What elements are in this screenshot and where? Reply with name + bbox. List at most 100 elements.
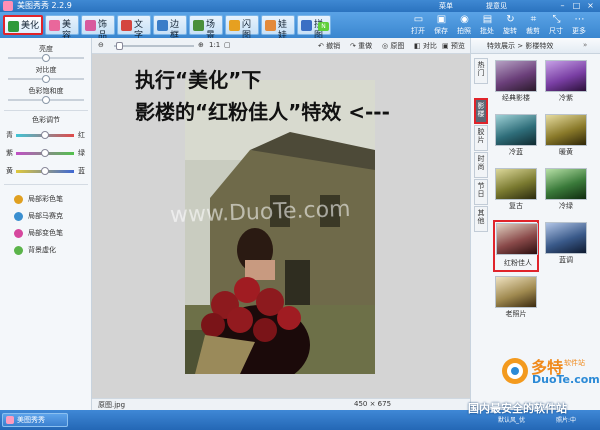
original-button[interactable]: ◎ 原图 bbox=[382, 41, 404, 51]
yellow-blue-slider[interactable] bbox=[16, 167, 74, 175]
brightness-label: 亮度 bbox=[39, 45, 53, 53]
effect-thumbnail bbox=[545, 168, 587, 200]
effect-retro[interactable]: 复古 bbox=[495, 168, 537, 210]
zoom-knob[interactable] bbox=[116, 42, 123, 50]
effect-label: 红粉佳人 bbox=[504, 259, 532, 267]
purple-green-knob[interactable] bbox=[41, 149, 49, 157]
more-button[interactable]: ⋯ 更多 bbox=[569, 14, 589, 38]
contrast-knob[interactable] bbox=[42, 75, 50, 83]
effect-blue-tone[interactable]: 蓝调 bbox=[545, 222, 587, 264]
tab-text[interactable]: 文字 bbox=[117, 15, 151, 41]
annotation-text: 影楼的“红粉佳人”特效 <--- bbox=[135, 100, 390, 124]
recolor-brush-label: 局部变色笔 bbox=[28, 229, 63, 237]
file-name: 原图.jpg bbox=[98, 401, 126, 409]
tab-film[interactable]: 胶片 bbox=[474, 125, 488, 151]
taskbar-app-label: 美图秀秀 bbox=[17, 416, 45, 424]
divider bbox=[4, 110, 88, 111]
effect-red-pink-beauty[interactable]: 红粉佳人 bbox=[493, 220, 539, 272]
batch-button[interactable]: ▤ 批处 bbox=[477, 14, 497, 38]
tab-studio[interactable]: 影楼 bbox=[474, 98, 488, 124]
cyan-red-slider[interactable] bbox=[16, 131, 74, 139]
saturation-knob[interactable] bbox=[42, 96, 50, 104]
preview-button[interactable]: ▣ 预览 bbox=[442, 41, 465, 51]
resize-icon: ⤡ bbox=[552, 14, 561, 25]
tab-studio-label: 影楼 bbox=[477, 102, 485, 118]
contrast-slider[interactable] bbox=[8, 75, 84, 83]
tab-other-label: 其他 bbox=[477, 209, 485, 225]
rotate-icon: ↻ bbox=[506, 14, 515, 25]
new-badge: N bbox=[318, 22, 329, 31]
contrast-label: 对比度 bbox=[35, 66, 57, 74]
effect-old-photo[interactable]: 老照片 bbox=[495, 276, 537, 318]
camera-button[interactable]: ◉ 拍照 bbox=[454, 14, 474, 38]
color-adjust-title: 色彩调节 bbox=[32, 116, 60, 124]
cyan-red-knob[interactable] bbox=[41, 131, 49, 139]
red-label: 红 bbox=[78, 131, 85, 139]
effect-cool-blue[interactable]: 冷蓝 bbox=[495, 114, 537, 156]
redo-label: 重做 bbox=[358, 42, 373, 50]
close-icon[interactable]: × bbox=[584, 1, 597, 11]
tab-beautify[interactable]: 美化 bbox=[3, 15, 43, 35]
tab-border[interactable]: 边框 bbox=[153, 15, 187, 41]
effect-cool-green[interactable]: 冷绿 bbox=[545, 168, 587, 210]
taskbar-app-button[interactable]: 美图秀秀 bbox=[2, 413, 68, 427]
saturation-slider[interactable] bbox=[8, 96, 84, 104]
flash-icon bbox=[229, 20, 240, 31]
zoom-ratio[interactable]: 1:1 bbox=[209, 41, 220, 49]
chevron-right-icon[interactable]: » bbox=[583, 41, 587, 49]
doll-icon bbox=[265, 20, 276, 31]
save-button[interactable]: ▣ 保存 bbox=[431, 14, 451, 38]
taskbar-status: 照片:中 bbox=[556, 417, 577, 424]
preview-label: 预览 bbox=[450, 42, 465, 50]
maximize-icon[interactable]: □ bbox=[570, 1, 583, 11]
blur-background-label: 背景虚化 bbox=[28, 246, 56, 254]
compare-button[interactable]: ◧ 对比 bbox=[414, 41, 437, 51]
redo-button[interactable]: ↷ 重做 bbox=[350, 41, 372, 51]
rotate-button[interactable]: ↻ 旋转 bbox=[500, 14, 520, 38]
tab-film-label: 胶片 bbox=[477, 128, 485, 144]
tab-holiday[interactable]: 节日 bbox=[474, 179, 488, 205]
cyan-label: 青 bbox=[6, 131, 13, 139]
effect-thumbnail bbox=[495, 114, 537, 146]
zoom-slider[interactable] bbox=[114, 45, 194, 47]
resize-button[interactable]: ⤡ 尺寸 bbox=[546, 14, 566, 38]
compare-label: 对比 bbox=[422, 42, 437, 50]
effect-thumbnail bbox=[545, 60, 587, 92]
effect-label: 冷绿 bbox=[559, 202, 573, 210]
tab-scene[interactable]: 场景 bbox=[189, 15, 223, 41]
crop-button[interactable]: ⌗ 裁剪 bbox=[523, 14, 543, 38]
collage-icon bbox=[301, 20, 312, 31]
brightness-knob[interactable] bbox=[42, 54, 50, 62]
yellow-blue-knob[interactable] bbox=[41, 167, 49, 175]
effect-label: 老照片 bbox=[505, 310, 527, 318]
brightness-slider[interactable] bbox=[8, 54, 84, 62]
tab-beauty[interactable]: 美容 bbox=[45, 15, 79, 41]
undo-button[interactable]: ↶ 撤销 bbox=[318, 41, 340, 51]
tab-holiday-label: 节日 bbox=[477, 182, 485, 198]
purple-green-slider[interactable] bbox=[16, 149, 74, 157]
tab-flash[interactable]: 闪图 bbox=[225, 15, 259, 41]
tab-other[interactable]: 其他 bbox=[474, 206, 488, 232]
tab-accessories[interactable]: 饰品 bbox=[81, 15, 115, 41]
crop-icon: ⌗ bbox=[530, 14, 537, 25]
effect-warm-yellow[interactable]: 暖黄 bbox=[545, 114, 587, 156]
effect-thumbnail bbox=[545, 114, 587, 146]
camera-icon: ◉ bbox=[460, 14, 469, 25]
open-button[interactable]: ▭ 打开 bbox=[408, 14, 428, 38]
taskbar-status: 默认风_优 bbox=[498, 417, 526, 424]
accessories-icon bbox=[85, 20, 96, 31]
effect-cool-purple[interactable]: 冷紫 bbox=[545, 60, 587, 102]
effect-classic-studio[interactable]: 经典影楼 bbox=[495, 60, 537, 102]
fit-icon[interactable]: ▢ bbox=[224, 41, 231, 49]
minimize-icon[interactable]: – bbox=[556, 1, 569, 11]
zoom-in-icon[interactable]: ⊕ bbox=[198, 41, 204, 49]
breadcrumb: 特效展示 > 影楼特效 bbox=[487, 42, 554, 50]
mosaic-brush-label: 局部马赛克 bbox=[28, 212, 63, 220]
tab-fashion[interactable]: 时尚 bbox=[474, 152, 488, 178]
tab-hot[interactable]: 热门 bbox=[474, 58, 488, 84]
original-label: 原图 bbox=[390, 42, 405, 50]
menu-button[interactable]: 菜单 bbox=[439, 1, 453, 11]
tab-doll[interactable]: 娃娃 bbox=[261, 15, 295, 41]
feedback-button[interactable]: 提意见 bbox=[486, 1, 507, 11]
zoom-out-icon[interactable]: ⊖ bbox=[98, 41, 104, 49]
